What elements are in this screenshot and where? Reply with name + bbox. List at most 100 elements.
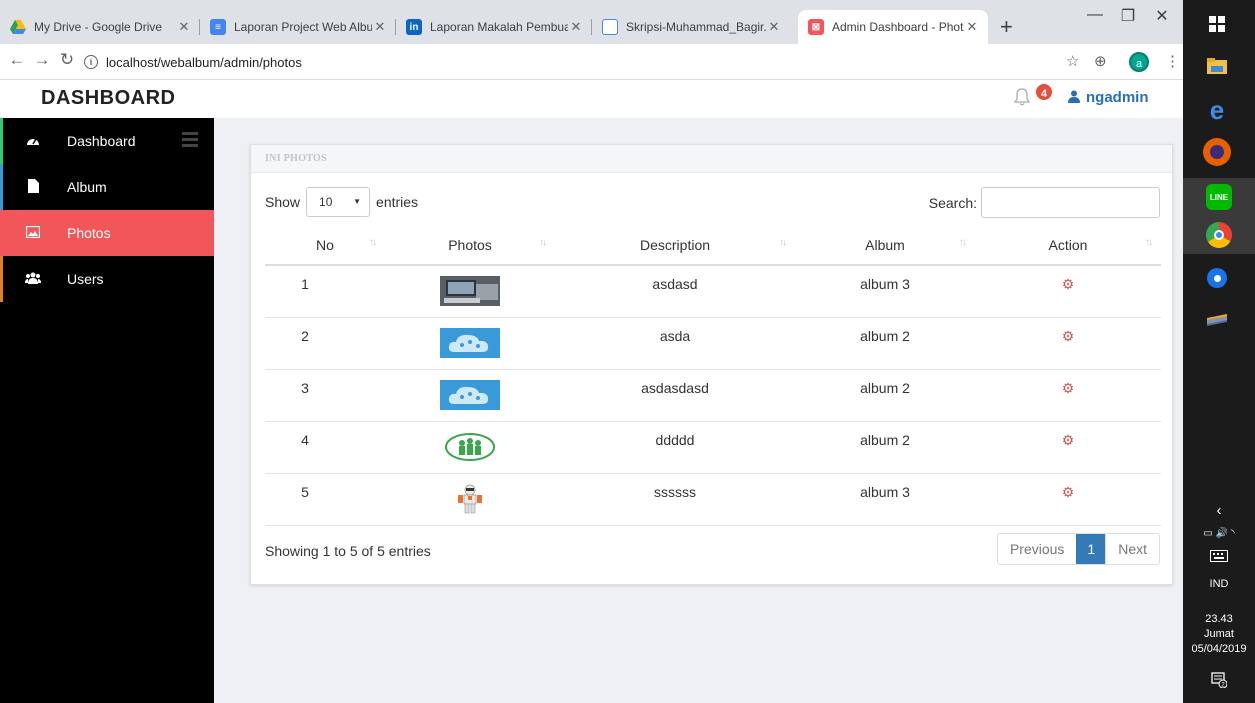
tab-admin-dashboard[interactable]: ⊠ Admin Dashboard - Photos ✕ [798,10,988,44]
chrome-icon[interactable] [1183,216,1255,254]
close-window-button[interactable]: ✕ [1152,6,1172,26]
previous-button[interactable]: Previous [998,534,1076,564]
cell-no: 5 [265,473,385,526]
tab-laporan-project[interactable]: ≡ Laporan Project Web Album ✕ [200,10,396,44]
entries-label: entries [376,194,419,210]
column-header-no[interactable]: No ↑↓ [265,225,385,266]
sidebar-item-photos[interactable]: Photos [0,210,214,256]
column-header-action[interactable]: Action ↑↓ [975,225,1161,266]
edge-icon[interactable]: e [1203,95,1231,125]
cell-action: ⚙ [975,473,1161,526]
gears-icon[interactable]: ⚙ [1062,328,1075,344]
cell-action: ⚙ [975,421,1161,474]
clock-date[interactable]: 05/04/2019 [1183,643,1255,655]
close-icon[interactable]: ✕ [372,19,388,35]
sidebar-item-users[interactable]: Users [0,256,214,302]
username: ngadmin [1086,89,1149,106]
table-row: 3 asdasdasd album 2 ⚙ [265,369,1161,422]
file-explorer-icon[interactable] [1203,52,1231,80]
tab-skripsi[interactable]: Skripsi-Muhammad_Bagir.p ✕ [592,10,790,44]
close-icon[interactable]: ✕ [568,19,584,35]
photo-thumb-robot[interactable] [440,483,500,514]
gears-icon[interactable]: ⚙ [1062,484,1075,500]
sidebar-item-dashboard[interactable]: Dashboard [0,118,214,164]
page-1-button[interactable]: 1 [1076,534,1107,564]
hamburger-icon[interactable] [182,132,198,150]
photo-thumb-cloud[interactable] [440,379,500,410]
clock-day[interactable]: Jumat [1183,628,1255,640]
reload-icon[interactable]: ↻ [56,50,78,70]
close-icon[interactable]: ✕ [964,19,980,35]
menu-dots-icon[interactable]: ⋮ [1165,52,1180,70]
notification-badge[interactable]: 4 [1034,82,1054,102]
sidebar: Dashboard Album Photos Users [0,118,214,703]
chevron-left-icon[interactable]: ‹ [1183,502,1255,519]
action-center-icon[interactable]: 2 [1183,672,1255,691]
sidebar-item-album[interactable]: Album [0,164,214,210]
sublime-icon[interactable] [1203,306,1231,334]
column-header-album[interactable]: Album ↑↓ [795,225,975,266]
page-length-control: Show 10 ▼ entries [265,187,418,217]
photo-thumb-team-logo[interactable] [440,431,500,462]
info-icon[interactable]: i [84,55,98,69]
cell-action: ⚙ [975,369,1161,422]
user-menu[interactable]: ngadmin [1068,89,1149,106]
table-info: Showing 1 to 5 of 5 entries [265,543,431,559]
windows-start-icon[interactable] [1203,10,1231,38]
tab-title: My Drive - Google Drive [34,20,163,34]
language-indicator[interactable]: IND [1183,578,1255,590]
app-icon: ⊠ [808,19,824,35]
sort-icon: ↑↓ [539,237,547,248]
sort-icon: ↑↓ [1145,237,1153,248]
page-length-select[interactable]: 10 ▼ [306,187,371,217]
clock-time[interactable]: 23.43 [1183,613,1255,625]
browser-toolbar: ← → ↻ i localhost/webalbum/admin/photos … [0,44,1183,80]
line-app-icon[interactable]: LINE [1183,178,1255,216]
gears-icon[interactable]: ⚙ [1062,432,1075,448]
globe-icon[interactable]: ⊕ [1094,52,1107,70]
table-row: 2 asda album 2 ⚙ [265,317,1161,370]
photo-thumb-cloud[interactable] [440,327,500,358]
show-label: Show [265,194,301,210]
sidebar-item-label: Album [67,179,107,195]
address-bar[interactable]: i localhost/webalbum/admin/photos [84,51,302,73]
cell-action: ⚙ [975,265,1161,318]
cell-album: album 2 [795,369,975,422]
star-icon[interactable]: ☆ [1066,52,1079,70]
firefox-icon[interactable] [1203,138,1231,166]
profile-avatar[interactable]: a [1129,52,1149,72]
column-header-photos[interactable]: Photos ↑↓ [385,225,555,266]
file-icon [602,19,618,35]
back-icon[interactable]: ← [6,50,28,70]
system-tray-icons[interactable]: ▭ 🔊 ◝ [1183,528,1255,539]
sidebar-item-label: Photos [67,225,111,241]
search-input[interactable] [981,187,1160,218]
photo-thumb-laptop[interactable] [440,276,500,306]
cell-no: 1 [265,265,385,318]
minimize-button[interactable]: — [1085,6,1105,24]
cell-photo [385,473,555,526]
tab-google-drive[interactable]: My Drive - Google Drive ✕ [0,10,200,44]
maps-icon[interactable] [1203,264,1231,292]
keyboard-icon[interactable] [1183,550,1255,565]
close-icon[interactable]: ✕ [176,19,192,35]
tab-title: Laporan Makalah Pembuata [430,20,568,34]
cell-album: album 2 [795,317,975,370]
bell-icon[interactable] [1013,88,1031,111]
column-header-description[interactable]: Description ↑↓ [555,225,795,266]
tab-laporan-makalah[interactable]: in Laporan Makalah Pembuata ✕ [396,10,592,44]
close-icon[interactable]: ✕ [766,19,782,35]
next-button[interactable]: Next [1106,534,1159,564]
drive-icon [10,19,26,35]
dashboard-icon [23,134,43,149]
forward-icon[interactable]: → [31,50,53,70]
new-tab-button[interactable]: + [1000,10,1013,44]
cell-photo [385,265,555,318]
search-label: Search: [928,194,977,211]
page-length-value: 10 [319,195,333,209]
gears-icon[interactable]: ⚙ [1062,380,1075,396]
restore-button[interactable]: ❐ [1118,6,1138,26]
cell-album: album 3 [795,473,975,526]
main-content: INI PHOTOS Show 10 ▼ entries Search: No ↑… [214,118,1183,703]
gears-icon[interactable]: ⚙ [1062,276,1075,292]
